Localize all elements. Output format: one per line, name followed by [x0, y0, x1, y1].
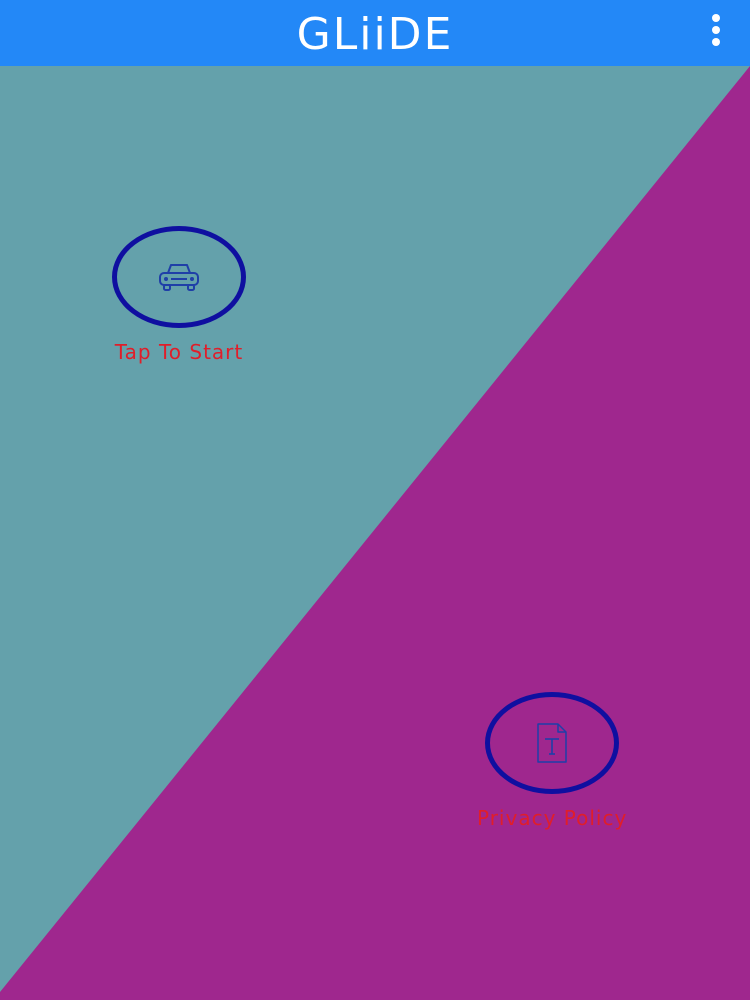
overflow-menu-icon — [712, 26, 720, 34]
privacy-circle-button[interactable] — [485, 692, 620, 794]
tap-to-start-action[interactable]: Tap To Start — [112, 226, 246, 364]
overflow-menu-button[interactable] — [708, 14, 724, 46]
app-title: GLiiDE — [296, 9, 454, 60]
overflow-menu-icon — [712, 14, 720, 22]
privacy-policy-label[interactable]: Privacy Policy — [477, 806, 627, 830]
document-icon — [537, 723, 567, 763]
app-bar: GLiiDE — [0, 0, 750, 66]
start-circle-button[interactable] — [112, 226, 246, 328]
overflow-menu-icon — [712, 38, 720, 46]
car-icon — [159, 264, 199, 291]
diagonal-background — [0, 66, 750, 1000]
tap-to-start-label[interactable]: Tap To Start — [115, 340, 243, 364]
privacy-policy-action[interactable]: Privacy Policy — [477, 692, 627, 830]
